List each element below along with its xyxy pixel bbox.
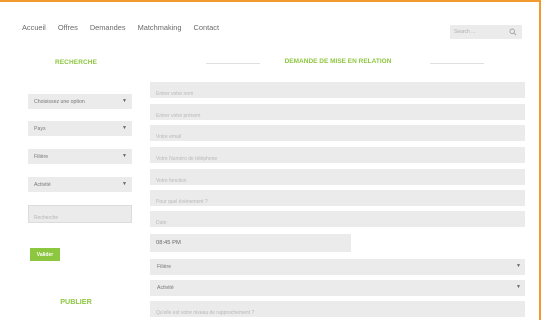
activite-select-value: Activité [34, 182, 51, 188]
valider-button[interactable]: Valider [30, 248, 60, 261]
filiere-select-right-value: Filière [157, 264, 172, 270]
activite-select[interactable]: Activité ▼ [28, 177, 132, 192]
recherche-input-wrap [28, 205, 132, 226]
nav-item-contact[interactable]: Contact [194, 23, 219, 32]
recherche-input[interactable] [29, 210, 131, 226]
option-select-value: Choisissez une option [34, 99, 85, 105]
option-select[interactable]: Choisissez une option ▼ [28, 94, 132, 109]
fonction-field [150, 169, 525, 189]
recherche-title: RECHERCHE [54, 59, 98, 66]
prenom-field [150, 104, 525, 124]
publier-title: PUBLIER [60, 297, 92, 306]
date-input[interactable] [150, 215, 525, 231]
rapprochement-field [150, 301, 525, 320]
evenement-field [150, 190, 525, 210]
chevron-down-icon: ▼ [122, 125, 127, 131]
nom-input[interactable] [150, 86, 525, 102]
search-input[interactable] [450, 25, 506, 39]
nav-item-accueil[interactable]: Accueil [22, 23, 46, 32]
email-input[interactable] [150, 129, 525, 145]
filiere-select-right[interactable]: Filière ▼ [150, 259, 525, 275]
nom-field [150, 82, 525, 102]
nav-item-offres[interactable]: Offres [58, 23, 78, 32]
nav-item-matchmaking[interactable]: Matchmaking [138, 23, 182, 32]
activite-select-right-value: Activité [157, 285, 174, 291]
fonction-input[interactable] [150, 173, 525, 189]
chevron-down-icon: ▼ [122, 153, 127, 159]
main-nav: Accueil Offres Demandes Matchmaking Cont… [22, 23, 219, 32]
rapprochement-input[interactable] [150, 305, 525, 320]
chevron-down-icon: ▼ [122, 181, 127, 187]
prenom-input[interactable] [150, 108, 525, 124]
window-border-top [0, 0, 541, 2]
telephone-input[interactable] [150, 151, 525, 167]
pays-select-value: Pays [34, 126, 46, 132]
search-box [450, 25, 522, 39]
filiere-select-value: Filière [34, 154, 49, 160]
chevron-down-icon: ▼ [516, 284, 521, 290]
activite-select-right[interactable]: Activité ▼ [150, 280, 525, 296]
evenement-input[interactable] [150, 194, 525, 210]
search-icon[interactable] [509, 28, 517, 36]
date-field [150, 211, 525, 231]
demande-header: DEMANDE DE MISE EN RELATION [150, 58, 526, 68]
nav-item-demandes[interactable]: Demandes [90, 23, 126, 32]
chevron-down-icon: ▼ [122, 98, 127, 104]
chevron-down-icon: ▼ [516, 263, 521, 269]
telephone-field [150, 147, 525, 167]
time-input[interactable]: 08:45 PM [150, 234, 351, 252]
email-field [150, 125, 525, 145]
filiere-select[interactable]: Filière ▼ [28, 149, 132, 164]
pays-select[interactable]: Pays ▼ [28, 121, 132, 136]
title-divider-right [430, 63, 484, 64]
